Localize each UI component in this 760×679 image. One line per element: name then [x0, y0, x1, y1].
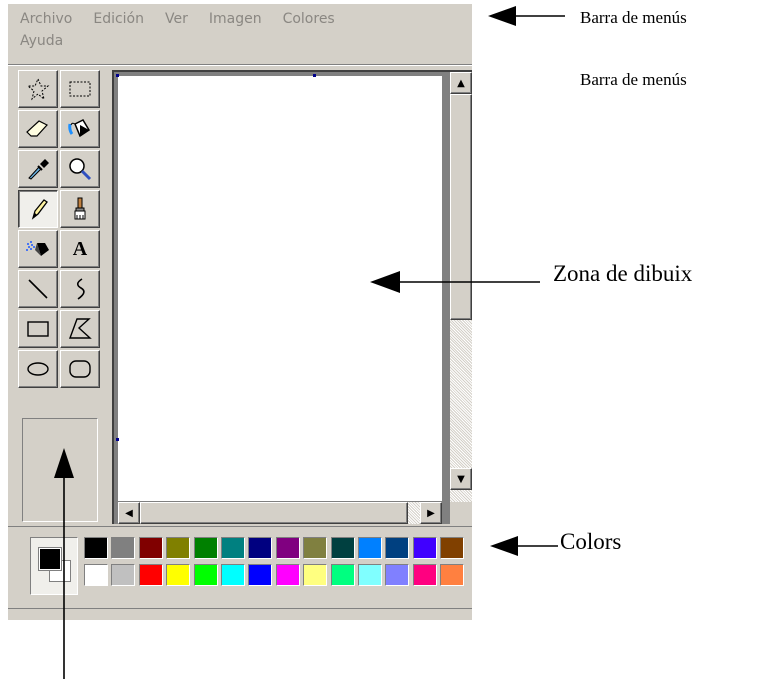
tool-options-box[interactable]	[22, 418, 98, 522]
text-tool[interactable]: A	[60, 230, 100, 268]
color-swatch[interactable]	[275, 564, 300, 586]
fill-bucket-icon	[68, 119, 91, 138]
menu-edicion[interactable]: Edición	[93, 8, 144, 30]
menu-colores[interactable]: Colores	[283, 8, 335, 30]
scroll-up-button[interactable]: ▲	[450, 72, 472, 94]
triangle-up-icon: ▲	[457, 77, 465, 89]
star-select-icon	[26, 77, 50, 101]
rectangle-tool[interactable]	[18, 310, 58, 348]
menu-archivo[interactable]: Archivo	[20, 8, 72, 30]
annotation-colors: Colors	[560, 529, 622, 554]
color-swatch[interactable]	[166, 537, 191, 559]
color-swatch[interactable]	[248, 537, 273, 559]
triangle-down-icon: ▼	[457, 473, 465, 485]
color-swatch[interactable]	[412, 564, 437, 586]
scroll-down-button[interactable]: ▼	[450, 468, 472, 490]
color-swatch[interactable]	[193, 564, 218, 586]
airbrush-icon	[26, 241, 49, 256]
status-bar	[8, 608, 472, 620]
horizontal-scroll-thumb[interactable]	[140, 502, 408, 524]
vertical-scrollbar[interactable]: ▲ ▼	[450, 72, 472, 502]
annotation-menubar-2: Barra de menús	[580, 70, 687, 89]
arrow-colors	[490, 536, 558, 556]
color-swatch[interactable]	[412, 537, 437, 559]
color-swatch[interactable]	[358, 564, 382, 586]
pencil-icon	[31, 199, 48, 220]
horizontal-scrollbar[interactable]: ◀ ▶	[118, 502, 442, 524]
rounded-rect-icon	[69, 360, 91, 378]
vertical-scroll-thumb[interactable]	[450, 94, 472, 320]
canvas-area: ▲ ▼ ◀ ▶	[112, 70, 472, 524]
eraser-icon	[26, 120, 48, 137]
line-icon	[28, 279, 48, 299]
color-swatch[interactable]	[166, 564, 191, 586]
eyedropper-icon	[28, 159, 49, 180]
free-form-select-tool[interactable]	[18, 70, 58, 108]
color-swatch[interactable]	[303, 564, 328, 586]
triangle-right-icon: ▶	[427, 507, 435, 519]
color-swatch[interactable]	[330, 537, 355, 559]
pencil-tool[interactable]	[18, 190, 58, 228]
menu-imagen[interactable]: Imagen	[209, 8, 262, 30]
color-swatch[interactable]	[111, 564, 136, 586]
fill-tool[interactable]	[60, 110, 100, 148]
color-swatch[interactable]	[440, 537, 465, 559]
scroll-left-button[interactable]: ◀	[118, 502, 140, 524]
curve-tool[interactable]	[60, 270, 100, 308]
menu-separator	[8, 64, 472, 66]
triangle-left-icon: ◀	[125, 507, 133, 519]
scrollbar-corner	[450, 502, 472, 524]
color-swatch[interactable]	[193, 537, 218, 559]
color-swatch[interactable]	[138, 537, 163, 559]
color-swatch[interactable]	[138, 564, 163, 586]
color-swatch[interactable]	[111, 537, 136, 559]
arrow-menubar	[488, 6, 565, 26]
color-box	[8, 526, 472, 606]
brush-icon	[74, 197, 86, 220]
color-swatch[interactable]	[385, 564, 410, 586]
annotation-drawing-area: Zona de dibuix	[553, 261, 693, 286]
color-swatch[interactable]	[358, 537, 382, 559]
color-swatch[interactable]	[221, 564, 245, 586]
resize-handle[interactable]	[116, 74, 119, 77]
color-swatch[interactable]	[440, 564, 465, 586]
text-icon: A	[72, 237, 88, 260]
color-swatch[interactable]	[330, 564, 355, 586]
curve-icon	[76, 278, 85, 300]
foreground-color-swatch	[39, 548, 61, 570]
color-swatch[interactable]	[221, 537, 245, 559]
annotation-menubar-1: Barra de menús	[580, 8, 687, 27]
color-swatch[interactable]	[248, 564, 273, 586]
current-colors	[30, 537, 78, 595]
color-swatch[interactable]	[84, 564, 108, 586]
ellipse-icon	[27, 362, 49, 376]
eraser-tool[interactable]	[18, 110, 58, 148]
resize-handle[interactable]	[313, 74, 316, 77]
menu-bar: Archivo Edición Ver Imagen Colores Ayuda	[8, 4, 472, 68]
menu-ver[interactable]: Ver	[165, 8, 188, 30]
color-swatch[interactable]	[385, 537, 410, 559]
toolbox: A	[18, 70, 104, 524]
airbrush-tool[interactable]	[18, 230, 58, 268]
ellipse-tool[interactable]	[18, 350, 58, 388]
rectangle-select-tool[interactable]	[60, 70, 100, 108]
magnifier-icon	[69, 158, 92, 181]
color-swatch[interactable]	[275, 537, 300, 559]
rect-select-icon	[69, 81, 91, 97]
color-swatch[interactable]	[303, 537, 328, 559]
menu-ayuda[interactable]: Ayuda	[20, 30, 63, 52]
line-tool[interactable]	[18, 270, 58, 308]
rectangle-icon	[27, 321, 49, 337]
rounded-rectangle-tool[interactable]	[60, 350, 100, 388]
polygon-icon	[68, 318, 92, 339]
color-swatch[interactable]	[84, 537, 108, 559]
drawing-canvas[interactable]	[116, 74, 442, 501]
magnifier-tool[interactable]	[60, 150, 100, 188]
paint-window: Archivo Edición Ver Imagen Colores Ayuda	[8, 4, 472, 620]
polygon-tool[interactable]	[60, 310, 100, 348]
pick-color-tool[interactable]	[18, 150, 58, 188]
brush-tool[interactable]	[60, 190, 100, 228]
resize-handle[interactable]	[116, 438, 119, 441]
scroll-right-button[interactable]: ▶	[420, 502, 442, 524]
